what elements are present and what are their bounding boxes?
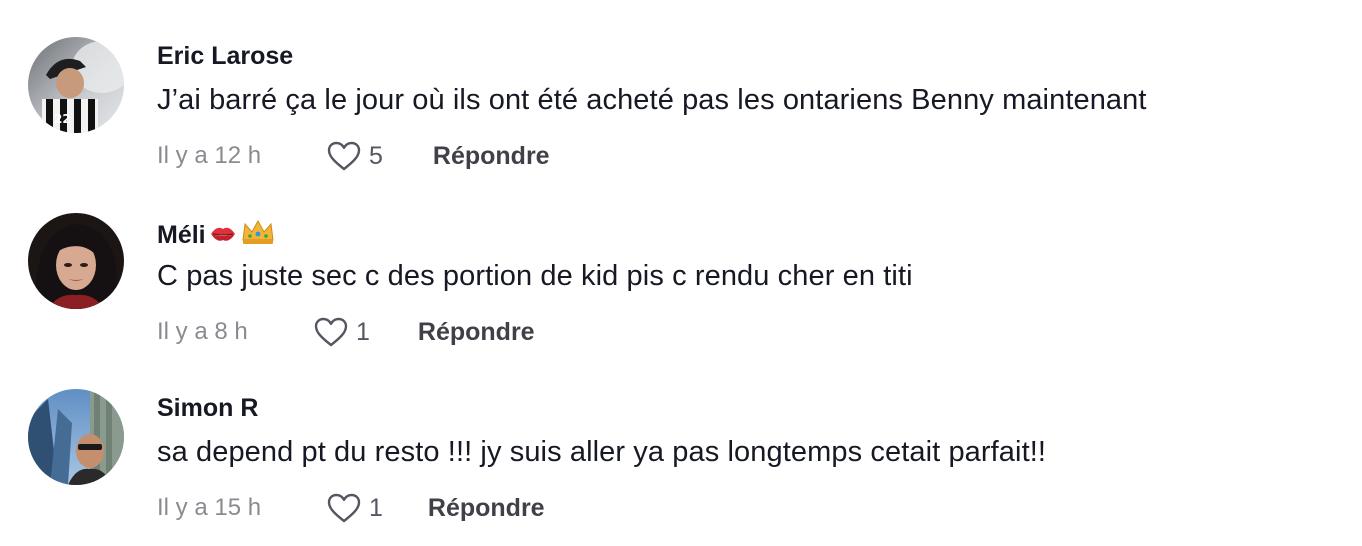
comment-text: sa depend pt du resto !!! jy suis aller … <box>157 436 1047 468</box>
avatar-simon-r-icon <box>28 389 124 485</box>
reply-button[interactable]: Répondre <box>428 494 545 523</box>
comment-meta: Il y a 15 h 1 Répondre <box>157 490 545 526</box>
like-button[interactable]: 5 <box>327 141 383 171</box>
comment-item: Simon R sa depend pt du resto !!! jy sui… <box>0 352 1362 528</box>
comment-meta: Il y a 8 h 1 Répondre <box>157 314 535 350</box>
comment-meta: Il y a 12 h 5 Répondre <box>157 138 550 174</box>
avatar[interactable]: 22 <box>28 37 124 133</box>
username-text: Méli <box>157 221 206 249</box>
comment-text: J’ai barré ça le jour où ils ont été ach… <box>157 84 1147 116</box>
username[interactable]: Méli <box>157 218 276 253</box>
avatar-meli-icon <box>28 213 124 309</box>
comment-time: Il y a 15 h <box>157 494 262 521</box>
crown-icon <box>240 218 276 253</box>
comment-text: C pas juste sec c des portion de kid pis… <box>157 260 913 292</box>
like-count: 5 <box>369 141 383 170</box>
avatar-eric-larose-icon: 22 <box>28 37 124 133</box>
like-button[interactable]: 1 <box>327 493 383 523</box>
comment-item: 22 Eric Larose J’ai barré ça le jour où … <box>0 0 1362 176</box>
like-count: 1 <box>356 317 370 346</box>
comment-item: Méli C pas juste sec c des portion de ki… <box>0 176 1362 352</box>
heart-icon <box>314 317 348 347</box>
kiss-mark-icon <box>208 222 238 253</box>
username[interactable]: Simon R <box>157 394 258 423</box>
like-count: 1 <box>369 493 383 522</box>
avatar[interactable] <box>28 389 124 485</box>
heart-icon <box>327 493 361 523</box>
like-button[interactable]: 1 <box>314 317 370 347</box>
heart-icon <box>327 141 361 171</box>
avatar[interactable] <box>28 213 124 309</box>
svg-text:22: 22 <box>54 112 71 126</box>
reply-button[interactable]: Répondre <box>433 142 550 171</box>
comment-time: Il y a 12 h <box>157 142 262 169</box>
username[interactable]: Eric Larose <box>157 42 293 71</box>
reply-button[interactable]: Répondre <box>418 318 535 347</box>
comment-time: Il y a 8 h <box>157 318 248 345</box>
